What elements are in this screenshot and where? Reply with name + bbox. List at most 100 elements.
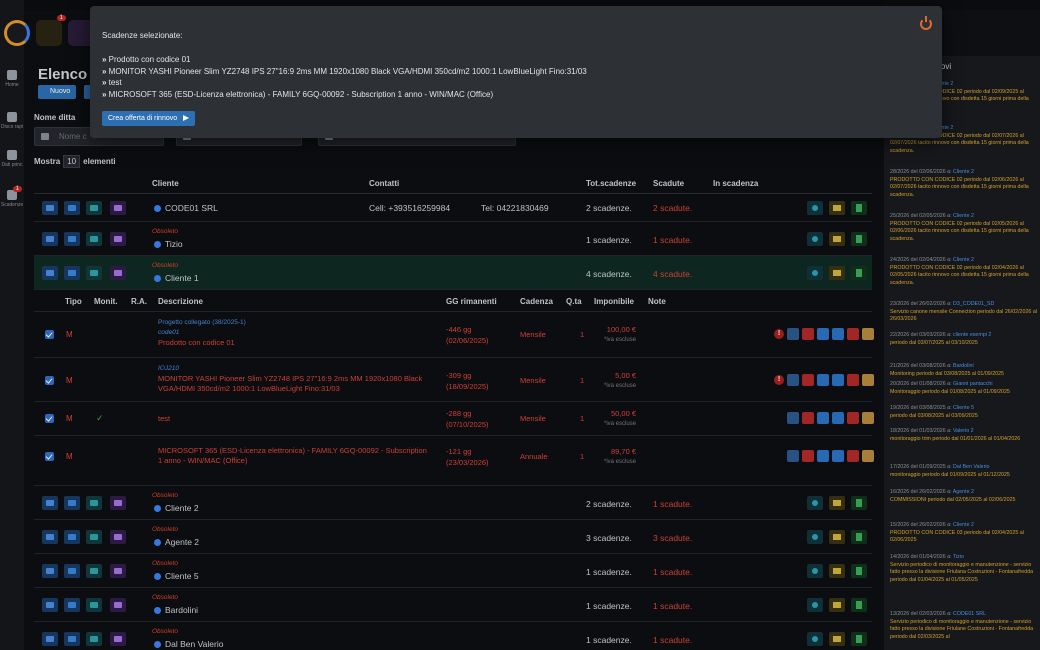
row-action-1[interactable] [42, 231, 58, 246]
edit-button[interactable] [817, 412, 829, 424]
row-action-1[interactable] [42, 529, 58, 544]
entry-client[interactable]: Cliente 2 [953, 522, 974, 528]
entry-client[interactable]: cliente esempi 2 [953, 332, 991, 338]
document-button[interactable] [851, 200, 867, 215]
row-action-3[interactable] [86, 529, 102, 544]
client-name[interactable]: Cliente 5 [154, 571, 199, 581]
document-button[interactable] [851, 529, 867, 544]
entry-client[interactable]: Dal Ben Valerio [953, 464, 989, 470]
delete-button[interactable] [847, 450, 859, 462]
page-size-select[interactable]: 10 [63, 155, 81, 168]
row-action-4[interactable] [110, 631, 126, 646]
table-row[interactable]: Obsoleto Agente 2 3 scadenze. 3 scadute. [34, 520, 872, 554]
client-name[interactable]: Agente 2 [154, 537, 199, 547]
info-button[interactable] [807, 495, 823, 510]
renewal-entry[interactable]: 14/2026 del 01/04/2026 a: Tizio Servizio … [890, 554, 1038, 584]
renewal-entry[interactable]: 25/2026 del 02/05/2026 a: Cliente 2 PRODO… [890, 213, 1038, 243]
row-action-4[interactable] [110, 495, 126, 510]
row-action-2[interactable] [64, 495, 80, 510]
info-button[interactable] [807, 200, 823, 215]
row-action-3[interactable] [86, 231, 102, 246]
list-button[interactable] [829, 597, 845, 612]
calendar-button[interactable] [787, 450, 799, 462]
list-button[interactable] [829, 265, 845, 280]
table-row[interactable]: Obsoleto Bardolini 1 scadenze. 1 scadute… [34, 588, 872, 622]
row-action-3[interactable] [86, 265, 102, 280]
copy-button[interactable] [832, 328, 844, 340]
row-action-1[interactable] [42, 563, 58, 578]
renewal-entry[interactable]: 15/2026 del 26/02/2026 a: Cliente 2 PRODO… [890, 522, 1038, 545]
archive-button[interactable] [862, 412, 874, 424]
power-button[interactable] [802, 450, 814, 462]
document-button[interactable] [851, 631, 867, 646]
rail-scadenze[interactable]: Scadenze 1 [0, 186, 24, 208]
entry-client[interactable]: Cliente 2 [953, 257, 974, 263]
linked-project[interactable]: Progetto collegato (38/2025-1) [158, 318, 428, 328]
document-button[interactable] [851, 495, 867, 510]
client-cell[interactable]: Cell: +393516259984 [369, 203, 450, 213]
info-button[interactable] [807, 631, 823, 646]
table-row[interactable]: Obsoleto Cliente 2 2 scadenze. 1 scadute… [34, 486, 872, 520]
entry-client[interactable]: Cliente 2 [953, 213, 974, 219]
calendar-button[interactable] [787, 412, 799, 424]
client-name[interactable]: Dal Ben Valerio [154, 639, 223, 649]
client-name[interactable]: Bardolini [154, 605, 198, 615]
detail-row[interactable]: M Progetto collegato (38/2025-1) code01 … [34, 312, 874, 358]
power-button[interactable] [802, 374, 814, 386]
renewal-entry[interactable]: 19/2026 del 03/08/2025 a: Cliente 5 perio… [890, 405, 1038, 420]
edit-button[interactable] [817, 450, 829, 462]
document-button[interactable] [851, 563, 867, 578]
row-action-2[interactable] [64, 529, 80, 544]
info-button[interactable] [807, 563, 823, 578]
renewal-entry[interactable]: 23/2026 del 26/02/2026 a: D3_CODE01_SD Se… [890, 301, 1038, 324]
row-action-1[interactable] [42, 495, 58, 510]
calendar-button[interactable] [787, 328, 799, 340]
info-button[interactable] [807, 529, 823, 544]
entry-client[interactable]: Gianni pantacchi [953, 381, 992, 387]
bell-tile[interactable]: 1 [36, 15, 66, 46]
archive-button[interactable] [862, 374, 874, 386]
edit-button[interactable] [817, 328, 829, 340]
list-button[interactable] [829, 495, 845, 510]
row-action-1[interactable] [42, 597, 58, 612]
detail-row[interactable]: M MICROSOFT 365 (ESD-Licenza elettronica… [34, 436, 874, 486]
row-action-1[interactable] [42, 631, 58, 646]
row-action-2[interactable] [64, 231, 80, 246]
entry-client[interactable]: Agente 2 [953, 489, 974, 495]
row-action-2[interactable] [64, 563, 80, 578]
edit-button[interactable] [817, 374, 829, 386]
row-action-3[interactable] [86, 631, 102, 646]
list-button[interactable] [829, 231, 845, 246]
client-name[interactable]: CODE01 SRL [154, 203, 218, 213]
row-action-3[interactable] [86, 495, 102, 510]
entry-client[interactable]: Cliente 5 [953, 405, 974, 411]
row-action-3[interactable] [86, 597, 102, 612]
rail-dati[interactable]: Dati princ [0, 150, 24, 168]
renewal-entry[interactable]: 24/2026 del 02/04/2026 a: Cliente 2 PRODO… [890, 257, 1038, 287]
row-action-2[interactable] [64, 597, 80, 612]
table-row[interactable]: Obsoleto Cliente 5 1 scadenze. 1 scadute… [34, 554, 872, 588]
rail-home[interactable]: Home [0, 70, 24, 88]
detail-row[interactable]: M ✓ test -288 gg (07/10/2025) Mensile 1 5… [34, 402, 874, 436]
row-action-2[interactable] [64, 631, 80, 646]
row-action-1[interactable] [42, 265, 58, 280]
client-tel[interactable]: Tel: 04221830469 [481, 203, 549, 213]
row-action-2[interactable] [64, 200, 80, 215]
table-row[interactable]: Obsoleto Tizio 1 scadenze. 1 scadute. [34, 222, 872, 256]
renewal-entry[interactable]: 16/2026 del 26/02/2026 a: Agente 2 COMMIS… [890, 489, 1038, 504]
row-action-3[interactable] [86, 563, 102, 578]
list-button[interactable] [829, 529, 845, 544]
row-action-4[interactable] [110, 563, 126, 578]
delete-button[interactable] [847, 374, 859, 386]
rail-disco[interactable]: Disco rapi [0, 112, 24, 130]
power-button[interactable] [802, 328, 814, 340]
delete-button[interactable] [847, 328, 859, 340]
detail-row[interactable]: M IOJ210 MONITOR YASHI Pioneer Slim YZ27… [34, 358, 874, 402]
renewal-entry[interactable]: 18/2026 del 01/03/2026 a: Valerio 2 monit… [890, 428, 1038, 443]
renewal-entry[interactable]: 28/2026 del 02/06/2026 a: Cliente 2 PRODO… [890, 169, 1038, 199]
copy-button[interactable] [832, 450, 844, 462]
row-action-3[interactable] [86, 200, 102, 215]
archive-button[interactable] [862, 450, 874, 462]
info-button[interactable] [807, 231, 823, 246]
list-button[interactable] [829, 200, 845, 215]
